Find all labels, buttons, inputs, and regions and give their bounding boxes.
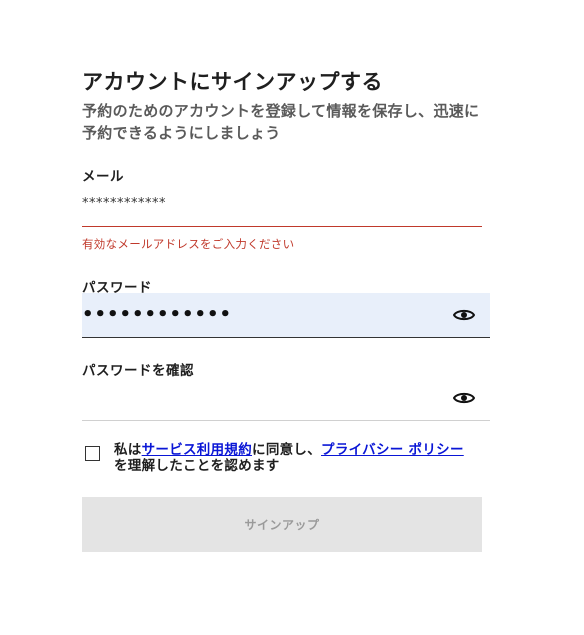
email-field[interactable]: ************	[82, 196, 166, 211]
signup-button[interactable]: サインアップ	[82, 497, 482, 552]
privacy-policy-link[interactable]: プライバシー ポリシー	[321, 442, 464, 458]
eye-icon[interactable]	[453, 307, 475, 323]
confirm-password-label: パスワードを確認	[82, 363, 194, 379]
consent-text: 私はサービス利用規約に同意し、プライバシー ポリシーを理解したことを認めます	[114, 442, 464, 474]
eye-icon[interactable]	[453, 390, 475, 406]
consent-suffix: を理解したことを認めます	[114, 458, 280, 474]
consent-prefix: 私は	[114, 442, 142, 458]
consent-middle: に同意し、	[252, 442, 322, 458]
terms-of-service-link[interactable]: サービス利用規約	[142, 442, 252, 458]
terms-checkbox[interactable]	[85, 446, 100, 461]
email-field-underline	[82, 226, 482, 227]
confirm-password-field[interactable]	[82, 378, 490, 421]
password-field[interactable]: ••••••••••••	[82, 293, 490, 338]
page-subtitle: 予約のためのアカウントを登録して情報を保存し、迅速に予約できるようにしましょう	[82, 102, 480, 142]
page-title: アカウントにサインアップする	[82, 70, 383, 94]
email-label: メール	[82, 169, 124, 185]
email-error-message: 有効なメールアドレスをご入力ください	[82, 237, 295, 251]
password-value: ••••••••••••	[82, 304, 233, 325]
